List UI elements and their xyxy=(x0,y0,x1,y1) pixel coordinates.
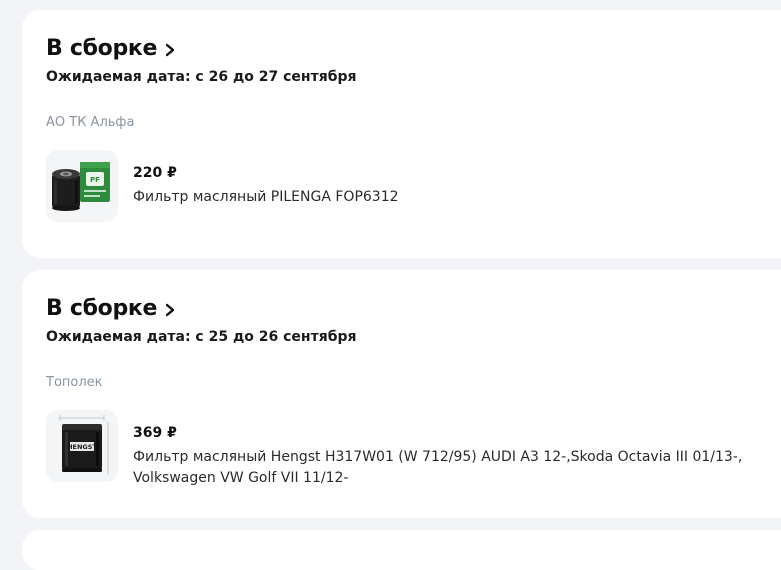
order-status-title[interactable]: В сборке xyxy=(46,296,157,321)
expected-date: Ожидаемая дата: с 26 до 27 сентября xyxy=(46,69,357,85)
product-name[interactable]: Фильтр масляный PILENGA FOP6312 xyxy=(133,187,773,208)
order-card xyxy=(22,530,781,570)
seller-name: Тополек xyxy=(46,375,103,390)
oil-filter-black-icon: HENGST xyxy=(59,415,109,474)
seller-name: АО ТК Альфа xyxy=(46,115,135,130)
expected-date: Ожидаемая дата: с 25 до 26 сентября xyxy=(46,329,357,345)
order-status-link[interactable]: В сборке xyxy=(46,36,177,61)
chevron-right-icon[interactable] xyxy=(163,302,177,316)
oil-filter-green-box-icon: PF xyxy=(52,162,110,211)
product-image[interactable]: PF xyxy=(46,150,118,222)
product-price: 369 ₽ xyxy=(133,425,177,441)
order-status-title[interactable]: В сборке xyxy=(46,36,157,61)
svg-text:PF: PF xyxy=(90,176,100,184)
product-price: 220 ₽ xyxy=(133,165,177,181)
product-name[interactable]: Фильтр масляный Hengst H317W01 (W 712/95… xyxy=(133,447,773,489)
svg-text:HENGST: HENGST xyxy=(67,443,97,451)
order-status-link[interactable]: В сборке xyxy=(46,296,177,321)
chevron-right-icon[interactable] xyxy=(163,42,177,56)
order-card: В сборке Ожидаемая дата: с 25 до 26 сент… xyxy=(22,270,781,518)
order-card: В сборке Ожидаемая дата: с 26 до 27 сент… xyxy=(22,10,781,258)
product-image[interactable]: HENGST xyxy=(46,410,118,482)
